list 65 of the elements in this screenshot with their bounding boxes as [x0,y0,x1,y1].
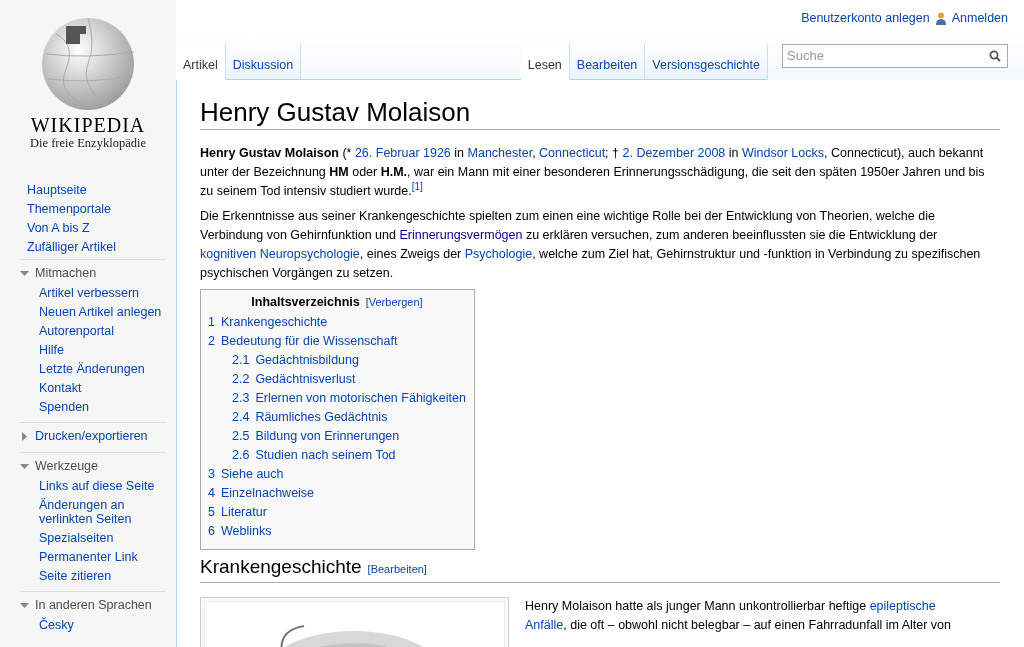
toc-link[interactable]: 3 Siehe auch [208,465,466,484]
footnote-link[interactable]: [1] [411,180,423,192]
portal-heading[interactable]: In anderen Sprachen [20,595,166,615]
toc-link[interactable]: 1 Krankengeschichte [208,313,466,332]
collapsed-arrow-icon [20,431,29,441]
nav-link[interactable]: Von A bis Z [27,219,176,238]
portal-heading[interactable]: Werkzeuge [20,456,166,476]
tab[interactable]: Bearbeiten [569,44,646,80]
portal-link[interactable]: Änderungen an verlinkten Seiten [39,495,171,528]
toc-link[interactable]: 6 Weblinks [208,522,466,541]
logo-tagline: Die freie Enzyklopädie [30,136,146,151]
text-link[interactable]: Manchester [467,146,533,160]
portal-link[interactable]: Seite zitieren [39,566,171,585]
portal-link[interactable]: Neuen Artikel anlegen [39,302,171,321]
text-link[interactable]: epileptische [869,599,936,613]
search-field[interactable]: Suche [782,43,1008,68]
toc-toggle-link[interactable]: [Verbergen] [365,296,423,308]
toc-link[interactable]: 5 Literatur [208,503,466,522]
user-icon [935,12,946,25]
toc-link[interactable]: 2.4 Räumliches Gedächtnis [208,408,466,427]
toc-link[interactable]: 4 Einzelnachweise [208,484,466,503]
search-icon[interactable] [989,49,1001,62]
portal-link[interactable]: Hilfe [39,340,171,359]
portal-link[interactable]: Links auf diese Seite [39,476,171,495]
edit-link[interactable]: [Bearbeiten] [367,558,427,580]
text-link[interactable]: Erinnerungsvermögen [399,228,523,242]
logo-wordmark: WIKIPEDIA [30,114,146,136]
login-link[interactable]: Anmelden [951,9,1008,28]
nav-link[interactable]: Zufälliger Artikel [27,238,176,257]
nav-link[interactable]: Themenportale [27,200,176,219]
toc-link[interactable]: 2.1 Gedächtnisbildung [208,351,466,370]
text-link[interactable]: kognitiven Neuropsychologie [200,247,360,261]
toc-link[interactable]: 2 Bedeutung für die Wissenschaft [208,332,466,351]
paragraph: Henry Gustav Molaison (* 26. Februar 1926 in Manchester, Connecticut; † 2. Dezember 2008 in Windsor Locks, Connecticut), auch bekannt unter der Bezeichnung HM oder H.M., war ein Mann mit einer besonderen Erinnerungsschädigung, die seit den späten 1950er Jahren und bis zu seinem Tod intensiv studiert wurde.$^{[1]}$ [200,145,986,200]
page-title: Henry Gustav Molaison [200,97,1000,130]
text-link[interactable]: Windsor Locks [742,146,824,160]
portal-link[interactable]: Permanenter Link [39,547,171,566]
portal-heading[interactable]: Mitmachen [20,263,166,283]
tab[interactable]: Artikel [176,44,226,80]
portal-link[interactable]: Artikel verbessern [39,283,171,302]
create-account-link[interactable]: Benutzerkonto anlegen [801,9,930,28]
toc-link[interactable]: 2.6 Studien nach seinem Tod [208,446,466,465]
tab[interactable]: Lesen [520,44,570,80]
tab[interactable]: Versionsgeschichte [645,44,768,80]
portal-heading[interactable]: Drucken/exportieren [20,426,166,446]
portal-link[interactable]: Spenden [39,397,171,416]
portal-link[interactable]: Kontakt [39,378,171,397]
nav-link[interactable]: Hauptseite [27,181,176,200]
toc-title: Inhaltsverzeichnis [251,295,360,309]
portal-link[interactable]: Letzte Änderungen [39,359,171,378]
toc-link[interactable]: 2.2 Gedächtnisverlust [208,370,466,389]
portal-link[interactable]: Česky [39,615,171,634]
portal-link[interactable]: Spezialseiten [39,528,171,547]
text-link[interactable]: 26. Februar 1926 [354,146,451,160]
toc-link[interactable]: 2.5 Bildung von Erinnerungen [208,427,466,446]
paragraph: Die Erkenntnisse aus seiner Krankengeschichte spielten zum einen eine wichtige Rolle bei der Entwicklung von Theorien, welche die Verbindung von Gehirnfunktion und Erinnerungsvermögen zu erklären versuchen, zum anderen beeinflussten sie die Entwicklung der kognitiven Neuropsychologie, eines Zweigs der Psychologie, welche zum Ziel hat, Gehirnstruktur und -funktion in Verbindung zu spezifischen psychischen Vorgängen zu setzen. [200,208,982,282]
text-link[interactable]: 2. Dezember 2008 [622,146,726,160]
expanded-arrow-icon [20,268,29,278]
toc-link[interactable]: 2.3 Erlernen von motorischen Fähigkeiten [208,389,466,408]
section-heading: Krankengeschichte [200,556,362,578]
portal-link[interactable]: Autorenportal [39,321,171,340]
expanded-arrow-icon [20,600,29,610]
tab[interactable]: Diskussion [225,44,302,80]
paragraph: Henry Molaison hatte als junger Mann unkontrollierbar heftige epileptische Anfälle, die oft – obwohl nicht belegbar – auf einen Fahrradunfall im Alter von [525,598,952,634]
expanded-arrow-icon [20,461,29,471]
